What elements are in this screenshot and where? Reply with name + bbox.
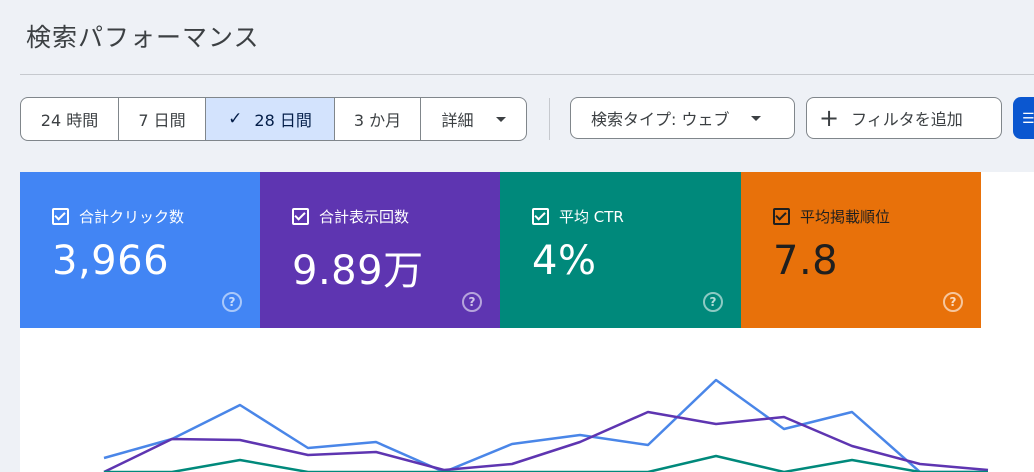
filter-menu-button[interactable]: ☰ — [1013, 97, 1034, 139]
check-icon: ✓ — [228, 109, 243, 129]
date-option-label: 7 日間 — [138, 111, 186, 130]
metric-label: 平均掲載順位 — [800, 208, 891, 226]
toolbar-divider — [549, 98, 550, 140]
chevron-down-icon — [751, 115, 762, 121]
checkbox-icon[interactable] — [52, 208, 69, 225]
series-line-1 — [103, 410, 989, 472]
metric-card-ctr[interactable]: 平均 CTR 4% ? — [500, 172, 741, 328]
help-icon[interactable]: ? — [222, 292, 242, 312]
date-option-24h[interactable]: 24 時間 — [21, 98, 119, 140]
date-option-28d[interactable]: ✓ 28 日間 — [206, 98, 335, 140]
metric-card-impressions[interactable]: 合計表示回数 9.89万 ? — [260, 172, 500, 328]
metric-card-clicks[interactable]: 合計クリック数 3,966 ? — [20, 172, 260, 328]
add-filter-label: フィルタを追加 — [851, 110, 963, 129]
date-option-label: 詳細 — [441, 111, 474, 130]
date-option-label: 24 時間 — [40, 111, 99, 130]
plus-icon: + — [819, 104, 840, 132]
chevron-down-icon — [495, 116, 506, 122]
help-icon[interactable]: ? — [703, 292, 723, 312]
date-option-3m[interactable]: 3 か月 — [335, 98, 421, 140]
search-type-dropdown[interactable]: 検索タイプ: ウェブ — [570, 97, 795, 139]
page-title: 検索パフォーマンス — [26, 23, 260, 52]
metric-card-position[interactable]: 平均掲載順位 7.8 ? — [741, 172, 981, 328]
date-option-more[interactable]: 詳細 — [421, 98, 526, 140]
help-icon[interactable]: ? — [943, 292, 963, 312]
metric-value: 4% — [532, 238, 597, 284]
checkbox-icon[interactable] — [292, 208, 309, 225]
metric-label: 平均 CTR — [559, 208, 624, 226]
date-range-selector: 24 時間 7 日間 ✓ 28 日間 3 か月 詳細 — [20, 97, 527, 141]
help-icon[interactable]: ? — [462, 292, 482, 312]
date-option-7d[interactable]: 7 日間 — [119, 98, 206, 140]
metric-value: 3,966 — [52, 238, 170, 284]
metric-value: 9.89万 — [292, 248, 424, 294]
filter-icon: ☰ — [1022, 111, 1034, 127]
header-divider — [20, 74, 1034, 75]
date-option-label: 3 か月 — [353, 111, 402, 130]
metric-label: 合計クリック数 — [79, 208, 185, 226]
checkbox-icon[interactable] — [532, 208, 549, 225]
checkbox-icon[interactable] — [773, 208, 790, 225]
metric-value: 7.8 — [773, 238, 839, 284]
search-type-label: 検索タイプ: ウェブ — [591, 110, 730, 129]
metric-label: 合計表示回数 — [319, 208, 410, 226]
add-filter-button[interactable]: + フィルタを追加 — [806, 97, 1002, 139]
series-line-0 — [103, 378, 988, 472]
performance-chart — [103, 378, 989, 472]
series-line-2 — [104, 454, 988, 472]
date-option-label: 28 日間 — [254, 111, 312, 130]
